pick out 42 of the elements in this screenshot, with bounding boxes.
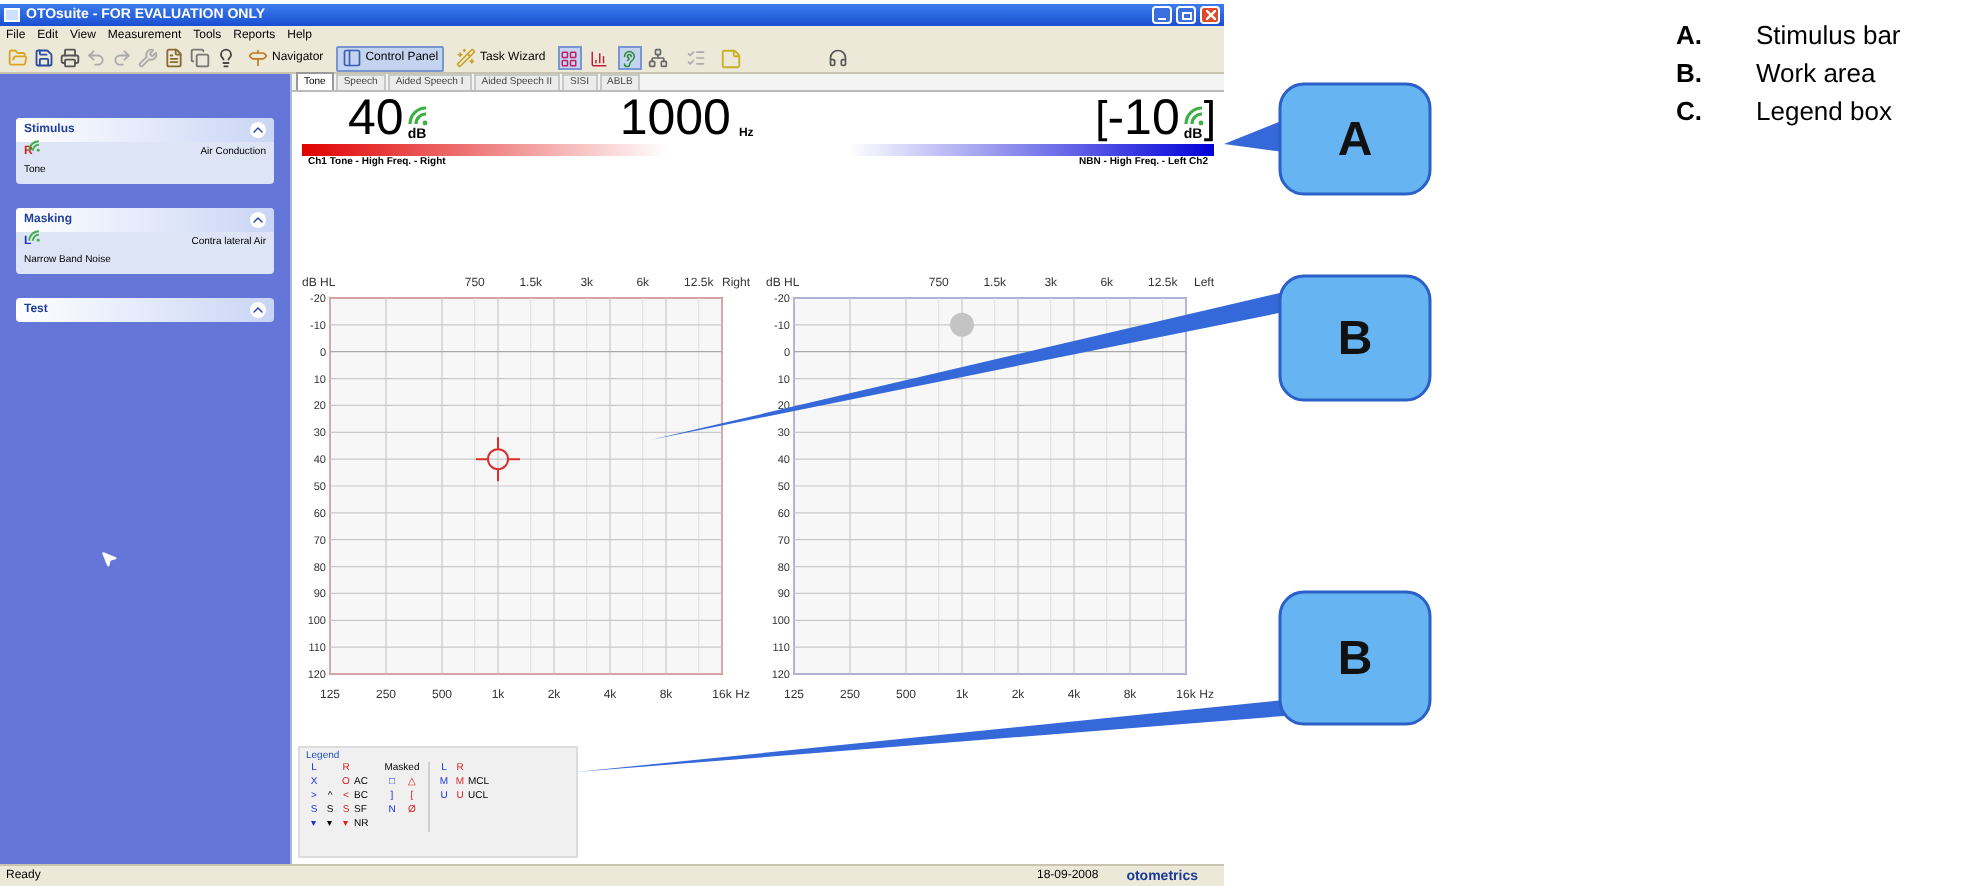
view-toggle[interactable] — [617, 46, 642, 70]
minimize-button[interactable] — [1152, 6, 1172, 24]
document-icon[interactable] — [164, 48, 184, 68]
panel-icon — [341, 48, 362, 68]
callout-label: B — [1337, 632, 1373, 686]
save-icon[interactable] — [34, 48, 54, 68]
lightbulb-icon[interactable] — [216, 48, 236, 68]
view-toggle[interactable] — [557, 46, 582, 70]
collapse-icon[interactable] — [250, 212, 266, 228]
intensity-value: 40 — [348, 92, 404, 144]
signal-icon — [407, 106, 428, 126]
key-letter: B. — [1676, 58, 1704, 90]
signpost-icon — [248, 48, 268, 68]
chart-icon — [590, 49, 609, 67]
printer-icon[interactable] — [60, 48, 80, 68]
collapse-icon[interactable] — [250, 122, 266, 138]
key-letter: C. — [1676, 96, 1704, 128]
grid-icon — [560, 49, 579, 67]
network-icon[interactable] — [647, 48, 668, 68]
bracket: [ — [1095, 92, 1108, 144]
mouse-pointer-icon — [100, 550, 118, 568]
wand-icon — [456, 48, 477, 68]
masking-value: -10 — [1107, 92, 1180, 144]
callout-label: B — [1337, 312, 1373, 366]
ear-icon — [620, 49, 639, 67]
signal-icon — [28, 140, 41, 152]
signal-icon — [1183, 106, 1204, 126]
key-text: Work area — [1756, 58, 1876, 90]
copy-icon[interactable] — [190, 48, 210, 68]
key-letter: A. — [1676, 20, 1704, 52]
signal-icon — [27, 230, 40, 242]
headphones-icon[interactable] — [827, 48, 848, 68]
key-text: Stimulus bar — [1756, 20, 1901, 52]
view-toggle[interactable] — [587, 46, 612, 70]
close-button[interactable] — [1200, 6, 1220, 24]
key-text: Legend box — [1756, 96, 1892, 128]
collapse-icon[interactable] — [250, 302, 266, 318]
frequency-value: 1000 — [619, 92, 731, 144]
app-icon — [4, 8, 20, 22]
callout-label: A — [1337, 113, 1373, 167]
bracket: ] — [1203, 92, 1216, 144]
maximize-button[interactable] — [1176, 6, 1196, 24]
